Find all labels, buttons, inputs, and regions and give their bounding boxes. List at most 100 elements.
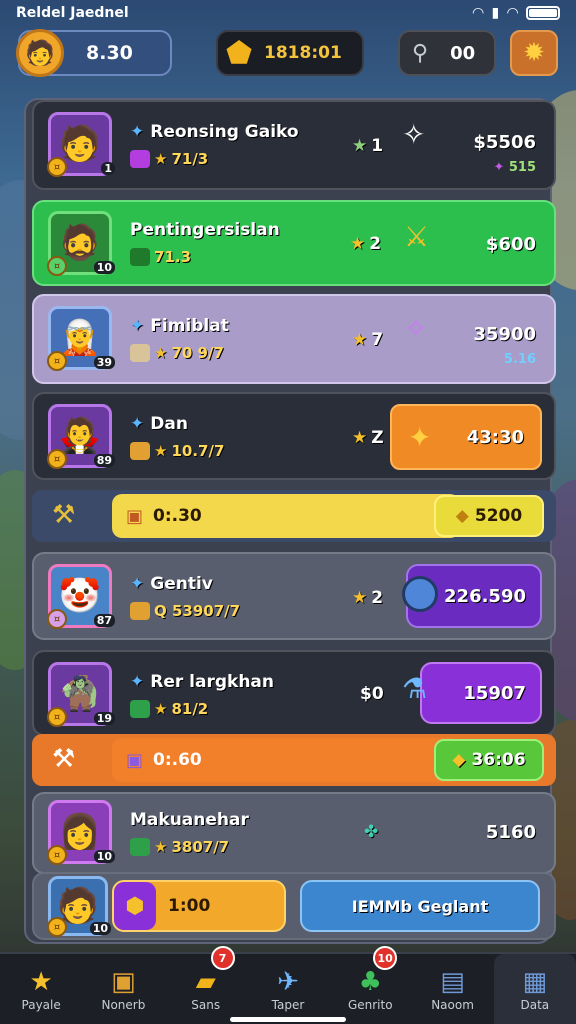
player-score: 71/3 <box>171 150 209 168</box>
player-name: Fimiblat <box>150 316 229 336</box>
player-name: Gentiv <box>150 574 213 594</box>
data-icon: ▦ <box>522 967 548 997</box>
notification-badge: 10 <box>373 946 398 970</box>
player-score: 10.7/7 <box>171 442 225 460</box>
star-icon: ★ <box>154 700 168 718</box>
top-bar: 🧑 8.30 ⬟ 1818:01 ⚲ 00 ✹ <box>0 28 576 80</box>
list-item[interactable]: 🧑 ¤ 1 ✦ Reonsing Gaiko ★ 71/3 ★ 1 ✧ $5506 ✦ 5… <box>32 100 556 190</box>
coin-badge-icon: ¤ <box>47 449 67 469</box>
gem-icon <box>130 248 150 266</box>
gold-value: 1818:01 <box>264 43 342 63</box>
gold-bar-icon: ▰ <box>195 967 216 997</box>
price: $5506 <box>473 132 536 153</box>
class-icon: ✦ <box>130 316 145 336</box>
player-score: 70 9/7 <box>171 344 224 362</box>
star-icon: ★ <box>350 234 366 254</box>
nav-item-sans[interactable]: ▰ 7 Sans <box>165 946 247 1024</box>
star-icon: ★ <box>154 838 168 856</box>
status-bar: Reldel Jaednel ◠ ▮ ◠ <box>0 0 576 26</box>
player-name: Makuanehar <box>130 810 249 830</box>
star-icon: ★ <box>29 967 53 997</box>
collect-button[interactable]: ◆ 36:06 <box>434 739 544 781</box>
profile-value: 8.30 <box>86 42 133 64</box>
hero-avatar: 🧛 ¤ 89 <box>47 404 115 469</box>
player-name: Pentingersislan <box>130 220 280 240</box>
nav-item-payale[interactable]: ★ Payale <box>0 954 82 1024</box>
settings-button[interactable]: ✹ <box>510 30 558 76</box>
list-item[interactable]: 🧑 ¤ 10 ⬢ 1:00 IEMMb Geglant <box>32 872 556 940</box>
boost-button[interactable]: ⬢ 1:00 <box>112 880 286 932</box>
player-score: 71.3 <box>154 248 192 266</box>
chest-icon: ▣ <box>126 505 144 527</box>
map-icon: ✈ <box>277 967 299 997</box>
key-counter[interactable]: ⚲ 00 <box>398 30 496 76</box>
list-item[interactable]: 🧝 ¤ 39 ✦ Fimiblat ★ 70 9/7 ★ 7 ✧ 35900 5.16 <box>32 294 556 384</box>
player-score: Q 53907/7 <box>154 602 241 620</box>
crate-icon <box>130 344 150 362</box>
action-button-label: IEMMb Geglant <box>351 896 489 916</box>
keys-value: 00 <box>450 42 476 64</box>
progress-value: 0:.60 <box>153 750 202 770</box>
price: 15907 <box>463 682 526 704</box>
buy-button[interactable]: 15907 <box>420 662 542 724</box>
class-icon: ✦ <box>130 574 145 594</box>
list-item[interactable]: 👩 ¤ 10 Makuanehar ★ 3807/7 ✤ 5160 <box>32 792 556 874</box>
notification-badge: 7 <box>210 946 235 970</box>
chest-icon: ▣ <box>126 749 144 771</box>
price: 43:30 <box>466 426 524 448</box>
list-item[interactable]: 🧔 ¤ 10 Pentingersislan 71.3 ★ 2 ⚔ $600 <box>32 200 556 286</box>
rank: ★ 2 <box>350 234 382 254</box>
price: $600 <box>485 234 536 255</box>
class-icon: ✦ <box>130 122 145 142</box>
progress-bar: ⚒ ▣ 0:.30 ◆ 5200 <box>32 490 556 542</box>
nav-item-data[interactable]: ▦ Data <box>493 954 576 1024</box>
coin-badge-icon: ¤ <box>47 157 67 177</box>
list-item[interactable]: 🤡 ¤ 87 ✦ Gentiv Q 53907/7 ★ 2 226.590 <box>32 552 556 640</box>
crate-icon <box>130 602 150 620</box>
battery-icon <box>526 6 560 20</box>
diamond-icon: ◆ <box>455 506 469 526</box>
rank: ★ 7 <box>352 330 384 350</box>
coin-badge-icon: ¤ <box>47 917 67 937</box>
nav-item-naoom[interactable]: ▤ Naoom <box>411 954 493 1024</box>
home-indicator <box>230 1017 346 1022</box>
progress-bar: ⚒ ▣ 0:.60 ◆ 36:06 <box>32 734 556 786</box>
collect-button[interactable]: ◆ 5200 <box>434 495 544 537</box>
reward-item-icon: ⚔ <box>404 220 430 253</box>
hero-avatar: 🧑 ¤ 10 <box>47 876 111 937</box>
star-icon: ★ <box>352 428 368 448</box>
star-icon: ★ <box>352 136 368 156</box>
price: 5160 <box>485 822 536 843</box>
nav-item-taper[interactable]: ✈ Taper <box>247 954 329 1024</box>
list-item[interactable]: 🧛 ¤ 89 ✦ Dan ★ 10.7/7 ★ Z ✦ 43:30 <box>32 392 556 480</box>
gem-icon <box>130 700 150 718</box>
profile-pill[interactable]: 🧑 8.30 <box>16 29 172 77</box>
action-button[interactable]: IEMMb Geglant <box>300 880 540 932</box>
coin-badge-icon: ¤ <box>47 609 67 629</box>
screen-icon: ▤ <box>440 967 465 997</box>
player-avatar[interactable]: 🧑 <box>16 29 64 77</box>
coin-badge-icon: ¤ <box>47 707 67 727</box>
hero-avatar: 🧌 ¤ 19 <box>47 662 115 727</box>
coin-badge-icon: ¤ <box>47 845 67 865</box>
rocket-icon: ✦ <box>408 420 432 454</box>
gold-counter[interactable]: ⬟ 1818:01 <box>216 30 364 76</box>
crest-icon: ⬢ <box>114 882 156 930</box>
sub-price: ✦ 515 <box>493 160 536 175</box>
clover-icon: ✤ <box>364 822 379 842</box>
coin-badge-icon: ¤ <box>47 256 67 276</box>
nav-item-genrito[interactable]: ♣ 10 Genrito <box>329 946 411 1024</box>
bottom-nav: ★ Payale ▣ Nonerb ▰ 7 Sans ✈ Taper ♣ 10 Genrito… <box>0 946 576 1024</box>
crate-icon <box>130 442 150 460</box>
claim-button[interactable]: ✦ 43:30 <box>390 404 542 470</box>
price: 35900 <box>473 324 536 345</box>
rank: ★ 1 <box>352 136 384 156</box>
hammer-icon: ⚒ <box>52 500 76 530</box>
nav-item-nonerb[interactable]: ▣ Nonerb <box>82 954 164 1024</box>
list-item[interactable]: 🧌 ¤ 19 ✦ Rer largkhan ★ 81/2 $0 15907 ⚗ <box>32 650 556 736</box>
carrier-label: Reldel Jaednel <box>16 5 129 21</box>
class-icon: ✦ <box>130 414 145 434</box>
diamond-icon: ◆ <box>452 750 466 770</box>
progress-fill: ▣ 0:.60 <box>112 738 460 782</box>
player-name: Rer largkhan <box>150 672 275 692</box>
